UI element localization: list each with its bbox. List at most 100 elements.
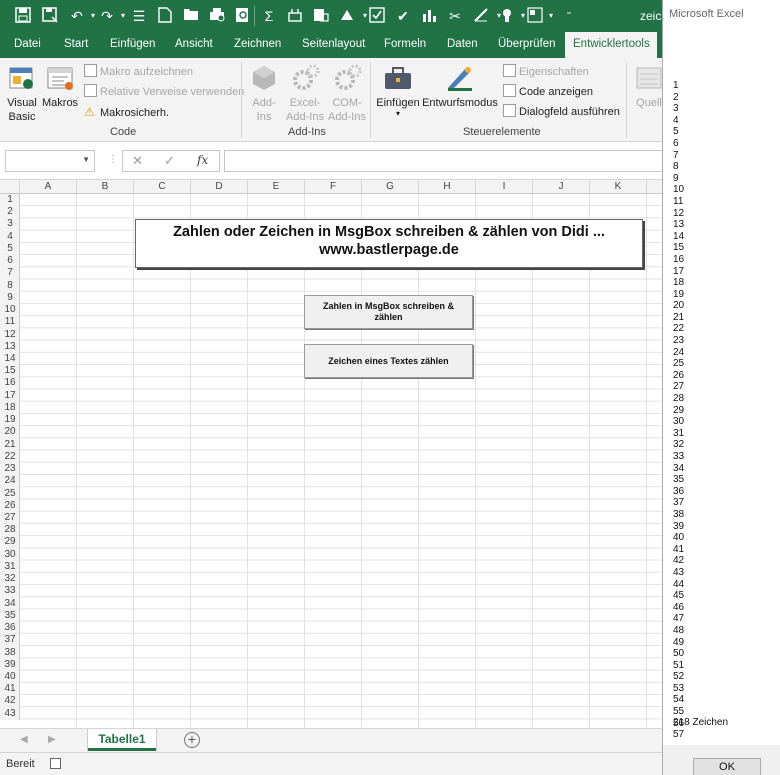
column-header-j[interactable]: J <box>533 180 590 194</box>
find-icon[interactable] <box>234 7 252 25</box>
row-header[interactable]: 36 <box>0 622 20 634</box>
row-header[interactable]: 34 <box>0 598 20 610</box>
resize-handle-icon[interactable]: ⋮ <box>108 154 118 165</box>
title-banner[interactable]: Zahlen oder Zeichen in MsgBox schreiben … <box>135 219 643 268</box>
row-header[interactable]: 16 <box>0 377 20 389</box>
row-header[interactable]: 26 <box>0 500 20 512</box>
row-header[interactable]: 5 <box>0 243 20 255</box>
excel-addins-button[interactable]: Excel- Add-Ins <box>284 62 326 124</box>
view-code-button[interactable]: Code anzeigen <box>503 83 593 101</box>
run-dialog-button[interactable]: Dialogfeld ausführen <box>503 103 620 121</box>
row-header[interactable]: 17 <box>0 390 20 402</box>
row-header[interactable]: 13 <box>0 341 20 353</box>
row-header[interactable]: 22 <box>0 451 20 463</box>
macro-security-button[interactable]: ⚠ Makrosicherh. <box>84 103 169 121</box>
save-icon[interactable] <box>14 7 32 25</box>
row-header[interactable]: 12 <box>0 329 20 341</box>
select-all-corner[interactable] <box>0 180 20 194</box>
row-header[interactable]: 27 <box>0 512 20 524</box>
tab-start[interactable]: Start <box>56 32 96 58</box>
format-icon[interactable] <box>338 7 356 25</box>
addins-button[interactable]: Add- Ins <box>247 62 281 124</box>
add-sheet-icon[interactable]: + <box>184 732 200 748</box>
macros-button[interactable]: Makros <box>42 62 78 110</box>
layout-dropdown-icon[interactable]: ▾ <box>542 7 560 25</box>
touch-mode-icon[interactable]: ☰ <box>130 7 148 25</box>
print-preview-icon[interactable] <box>208 7 226 25</box>
tab-daten[interactable]: Daten <box>439 32 486 58</box>
row-header[interactable]: 24 <box>0 475 20 487</box>
column-header-c[interactable]: C <box>134 180 191 194</box>
sheet-icon[interactable] <box>312 7 330 25</box>
draw-icon[interactable] <box>472 7 490 25</box>
row-header[interactable]: 20 <box>0 426 20 438</box>
row-header[interactable]: 42 <box>0 695 20 707</box>
new-file-icon[interactable] <box>156 7 174 25</box>
column-header-e[interactable]: E <box>248 180 305 194</box>
row-header[interactable]: 25 <box>0 488 20 500</box>
column-header-i[interactable]: I <box>476 180 533 194</box>
column-header-h[interactable]: H <box>419 180 476 194</box>
row-header[interactable]: 8 <box>0 280 20 292</box>
visual-basic-button[interactable]: Visual Basic <box>4 62 40 124</box>
record-macro-button[interactable]: Makro aufzeichnen <box>84 63 193 81</box>
check-icon[interactable]: ✔ <box>394 7 412 25</box>
cell-area[interactable] <box>20 194 662 728</box>
row-header[interactable]: 10 <box>0 304 20 316</box>
row-header[interactable]: 28 <box>0 524 20 536</box>
sum-icon[interactable]: Σ <box>260 7 278 25</box>
row-header[interactable]: 15 <box>0 365 20 377</box>
row-header[interactable]: 39 <box>0 659 20 671</box>
source-button[interactable]: Quell <box>632 62 666 110</box>
row-header[interactable]: 3 <box>0 218 20 230</box>
open-icon[interactable] <box>182 7 200 25</box>
ok-button[interactable]: OK <box>693 758 761 775</box>
scroll-left-icon[interactable]: ◀ <box>20 734 28 745</box>
row-header[interactable]: 38 <box>0 647 20 659</box>
row-header[interactable]: 43 <box>0 708 20 720</box>
row-header[interactable]: 23 <box>0 463 20 475</box>
row-header[interactable]: 19 <box>0 414 20 426</box>
tab-ueberpruefen[interactable]: Überprüfen <box>490 32 564 58</box>
relative-refs-button[interactable]: Relative Verweise verwenden <box>84 83 244 101</box>
write-numbers-button[interactable]: Zahlen in MsgBox schreiben & zählen <box>304 295 473 329</box>
run-icon[interactable] <box>286 7 304 25</box>
chart-icon[interactable] <box>420 7 438 25</box>
row-header[interactable]: 9 <box>0 292 20 304</box>
row-header[interactable]: 4 <box>0 231 20 243</box>
column-header-g[interactable]: G <box>362 180 419 194</box>
tab-entwicklertools[interactable]: Entwicklertools <box>565 32 657 58</box>
cut-icon[interactable]: ✂ <box>446 7 464 25</box>
row-header[interactable]: 40 <box>0 671 20 683</box>
design-icon[interactable] <box>368 7 386 25</box>
chevron-down-icon[interactable]: ▼ <box>82 155 90 164</box>
row-header[interactable]: 33 <box>0 585 20 597</box>
tab-formeln[interactable]: Formeln <box>376 32 434 58</box>
row-header[interactable]: 37 <box>0 634 20 646</box>
row-header[interactable]: 41 <box>0 683 20 695</box>
insert-function-icon[interactable]: fx <box>197 153 208 167</box>
column-header-f[interactable]: F <box>305 180 362 194</box>
column-header-a[interactable]: A <box>20 180 77 194</box>
column-header-b[interactable]: B <box>77 180 134 194</box>
row-header[interactable]: 14 <box>0 353 20 365</box>
row-header[interactable]: 32 <box>0 573 20 585</box>
tab-ansicht[interactable]: Ansicht <box>167 32 221 58</box>
row-header[interactable]: 6 <box>0 255 20 267</box>
customize-icon[interactable]: ⁼ <box>560 7 578 25</box>
scroll-right-icon[interactable]: ▶ <box>48 734 56 745</box>
tab-seitenlayout[interactable]: Seitenlayout <box>294 32 373 58</box>
message-box-title-bar[interactable]: Microsoft Excel <box>663 0 780 30</box>
tab-datei[interactable]: Datei <box>6 32 49 58</box>
column-header-d[interactable]: D <box>191 180 248 194</box>
row-header[interactable]: 29 <box>0 536 20 548</box>
row-header[interactable]: 2 <box>0 206 20 218</box>
com-addins-button[interactable]: COM- Add-Ins <box>326 62 368 124</box>
row-header[interactable]: 30 <box>0 549 20 561</box>
row-header[interactable]: 18 <box>0 402 20 414</box>
design-mode-button[interactable]: Entwurfsmodus <box>422 62 498 110</box>
insert-control-button[interactable]: Einfügen ▾ <box>376 62 420 118</box>
row-header[interactable]: 31 <box>0 561 20 573</box>
row-header[interactable]: 35 <box>0 610 20 622</box>
sheet-tab-tabelle1[interactable]: Tabelle1 <box>88 729 156 751</box>
